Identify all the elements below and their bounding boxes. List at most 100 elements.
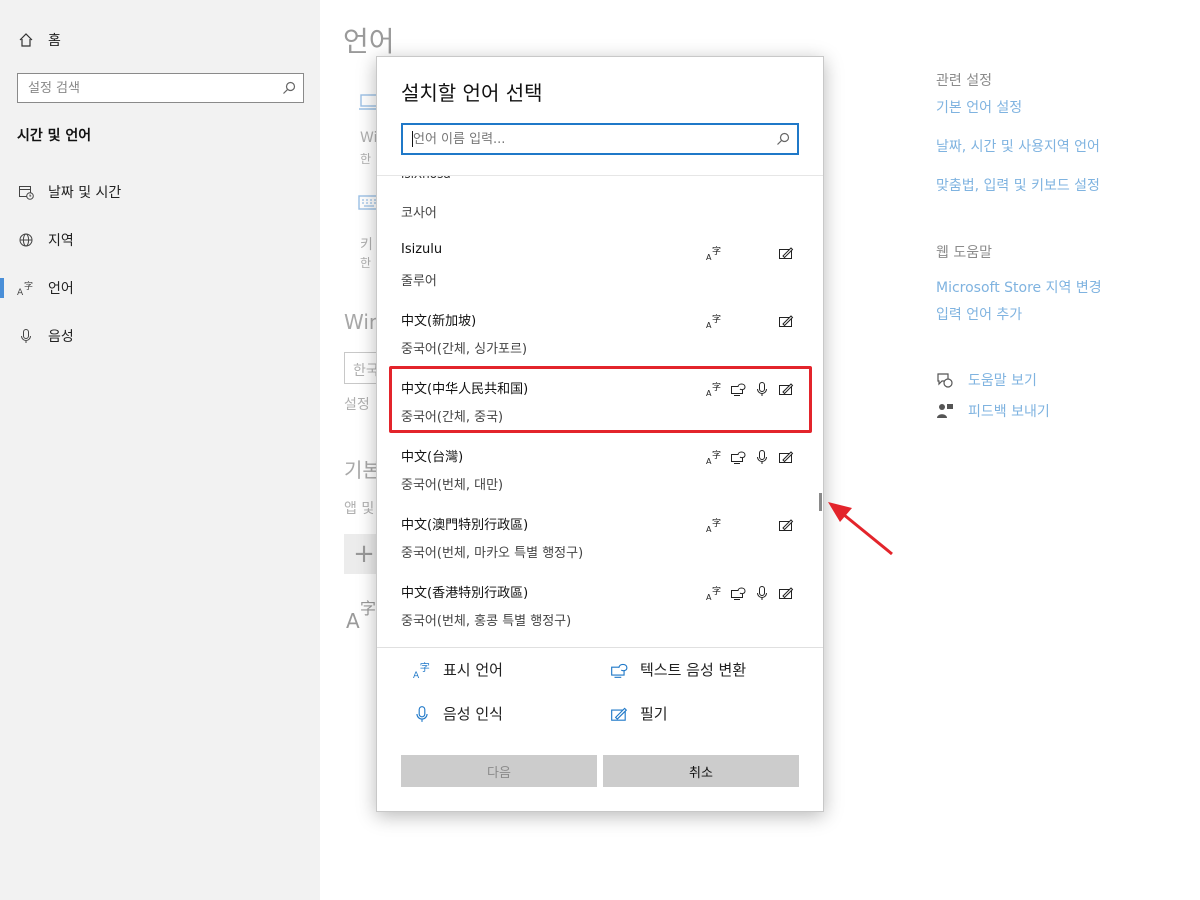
language-korean-name: 줄루어 — [401, 274, 437, 289]
annotation-arrow — [828, 502, 893, 556]
list-item[interactable]: 코사어 — [377, 196, 823, 226]
svg-text:字: 字 — [712, 245, 721, 257]
legend-speech-recognition: 음성 인식 — [413, 703, 503, 724]
link-default-language[interactable]: 기본 언어 설정 — [936, 97, 1022, 117]
text-to-speech-icon — [729, 448, 747, 466]
list-item[interactable]: 中文(香港特別行政區) 중국어(번체, 홍콩 특별 행정구) A字 — [377, 580, 823, 647]
microphone-icon — [16, 326, 36, 346]
sidebar-item-label: 음성 — [48, 329, 74, 345]
feedback-label: 피드백 보내기 — [968, 404, 1050, 420]
svg-text:A: A — [17, 288, 24, 296]
list-scrollbar[interactable] — [819, 493, 822, 511]
link-spelling-typing-keyboard[interactable]: 맞춤법, 입력 및 키보드 설정 — [936, 175, 1100, 195]
choose-language-dialog: 설치할 언어 선택 isiXhosa 코사어 Isizulu 줄루어 A字 中文… — [376, 56, 824, 812]
legend-label: 필기 — [640, 705, 668, 723]
nav-home[interactable]: 홈 — [18, 30, 61, 50]
nav-home-label: 홈 — [48, 33, 61, 49]
svg-text:字: 字 — [712, 449, 721, 461]
legend-label: 텍스트 음성 변환 — [640, 661, 747, 679]
home-icon — [19, 33, 33, 47]
bg-fragment: 앱 및 — [344, 501, 375, 517]
speech-recognition-icon — [416, 705, 428, 722]
svg-text:A: A — [346, 609, 360, 632]
bg-fragment: 한 — [360, 256, 372, 270]
language-korean-name: 중국어(번체, 홍콩 특별 행정구) — [401, 614, 572, 629]
link-add-input-language[interactable]: 입력 언어 추가 — [936, 304, 1022, 324]
language-native-name: Isizulu — [401, 242, 443, 257]
text-caret — [412, 131, 413, 147]
language-icon: A字 — [16, 278, 36, 298]
handwriting-icon — [777, 584, 795, 602]
language-search-box[interactable] — [401, 123, 799, 155]
language-native-name: 中文(新加坡) — [401, 314, 477, 329]
svg-text:字: 字 — [420, 661, 430, 674]
web-help-heading: 웹 도움말 — [936, 245, 992, 261]
bg-fragment: 키 — [360, 237, 373, 253]
sidebar-item-language[interactable]: A字 언어 — [0, 270, 320, 306]
bg-fragment: 한 — [360, 152, 372, 166]
next-button[interactable]: 다음 — [401, 755, 597, 787]
svg-text:字: 字 — [712, 517, 721, 529]
handwriting-icon — [611, 707, 628, 721]
list-item[interactable]: 中文(澳門特別行政區) 중국어(번체, 마카오 특별 행정구) A字 — [377, 512, 823, 580]
language-search-input[interactable] — [403, 125, 763, 153]
list-item[interactable]: Isizulu 줄루어 A字 — [377, 240, 823, 308]
svg-text:字: 字 — [360, 599, 376, 618]
language-native-name: 中文(澳門特別行政區) — [401, 518, 529, 533]
get-help-label: 도움말 보기 — [968, 373, 1037, 389]
settings-sidebar: 홈 시간 및 언어 날짜 및 시간 지역 A字 언어 음성 — [0, 0, 320, 900]
link-date-time-region[interactable]: 날짜, 시간 및 사용지역 언어 — [936, 136, 1100, 156]
legend-label: 표시 언어 — [443, 661, 503, 679]
page-title: 언어 — [343, 25, 395, 58]
language-korean-name: 중국어(간체, 싱가포르) — [401, 342, 528, 357]
divider — [377, 647, 823, 648]
legend-text-to-speech: 텍스트 음성 변환 — [610, 659, 746, 680]
language-korean-name: 중국어(번체, 마카오 특별 행정구) — [401, 546, 584, 561]
display-language-icon: A字 — [705, 448, 723, 466]
svg-text:字: 字 — [712, 313, 721, 325]
display-language-icon: A字 — [413, 661, 430, 679]
dialog-title: 설치할 언어 선택 — [401, 81, 543, 105]
sidebar-item-label: 지역 — [48, 233, 74, 249]
calendar-clock-icon — [16, 182, 36, 202]
globe-icon — [16, 230, 36, 250]
display-language-icon: A字 — [705, 584, 723, 602]
display-language-icon: A字 — [705, 516, 723, 534]
cancel-button[interactable]: 취소 — [603, 755, 799, 787]
sidebar-item-speech[interactable]: 음성 — [0, 318, 320, 354]
handwriting-icon — [777, 516, 795, 534]
chat-help-icon — [937, 373, 953, 388]
svg-text:字: 字 — [24, 280, 33, 292]
speech-recognition-icon — [753, 448, 771, 466]
settings-search-box[interactable] — [17, 73, 304, 103]
feedback-icon — [937, 404, 953, 418]
display-language-icon: A字 — [705, 312, 723, 330]
speech-recognition-icon — [753, 584, 771, 602]
handwriting-icon — [777, 448, 795, 466]
bg-fragment: Wi — [360, 130, 378, 146]
language-name-partial: isiXhosa — [401, 176, 451, 181]
sidebar-item-region[interactable]: 지역 — [0, 222, 320, 258]
language-korean-name: 중국어(번체, 대만) — [401, 478, 504, 493]
sidebar-item-label: 언어 — [48, 281, 74, 297]
search-icon[interactable] — [281, 80, 297, 96]
legend-label: 음성 인식 — [443, 705, 503, 723]
sidebar-item-date-time[interactable]: 날짜 및 시간 — [0, 174, 320, 210]
link-store-region[interactable]: Microsoft Store 지역 변경 — [936, 277, 1102, 297]
feedback-link[interactable]: 피드백 보내기 — [936, 401, 1050, 421]
language-list[interactable]: isiXhosa 코사어 Isizulu 줄루어 A字 中文(新加坡) 중국어(… — [377, 175, 823, 647]
sidebar-section-title: 시간 및 언어 — [17, 128, 92, 144]
related-settings-heading: 관련 설정 — [936, 73, 992, 89]
search-icon[interactable] — [775, 131, 791, 147]
highlight-annotation — [389, 366, 812, 433]
legend-display-language: A字 표시 언어 — [413, 659, 503, 680]
bg-fragment: 한국 — [353, 363, 379, 379]
handwriting-icon — [777, 312, 795, 330]
settings-search-input[interactable] — [18, 74, 268, 102]
legend-handwriting: 필기 — [610, 703, 668, 724]
text-to-speech-icon — [611, 663, 628, 678]
list-item[interactable]: 中文(台灣) 중국어(번체, 대만) A字 — [377, 444, 823, 512]
display-language-icon: A字 — [705, 244, 723, 262]
svg-text:字: 字 — [712, 585, 721, 597]
get-help-link[interactable]: 도움말 보기 — [936, 370, 1037, 390]
